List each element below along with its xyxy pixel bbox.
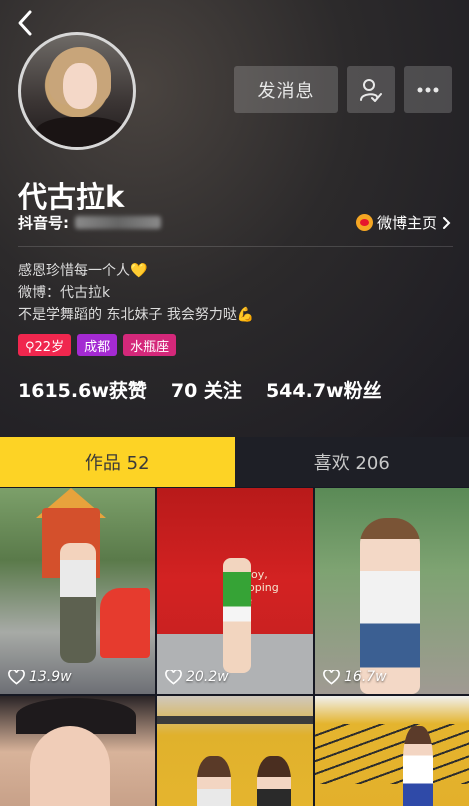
follow-button[interactable] <box>347 66 395 113</box>
video-thumbnail[interactable]: 13.9w <box>0 488 155 694</box>
heart-icon <box>8 669 25 685</box>
like-count-text: 13.9w <box>29 669 72 685</box>
thumbnail-art <box>197 756 231 806</box>
profile-tabs: 作品 52 喜欢 206 <box>0 437 469 487</box>
profile-name: 代古拉k <box>18 180 125 214</box>
like-count-text: 16.7w <box>344 669 387 685</box>
weibo-link-label: 微博主页 <box>376 214 437 232</box>
divider <box>18 246 453 247</box>
video-grid-row-2 <box>0 696 469 806</box>
following-stat[interactable]: 70 关注 <box>171 376 242 403</box>
profile-stats: 1615.6w获赞 70 关注 544.7w粉丝 <box>18 376 382 403</box>
video-thumbnail[interactable]: 16.7w <box>315 488 469 694</box>
weibo-icon <box>355 214 373 231</box>
thumbnail-art <box>315 724 469 784</box>
back-icon[interactable] <box>10 8 40 38</box>
avatar-face <box>63 63 97 109</box>
tab-likes[interactable]: 喜欢 206 <box>234 437 469 487</box>
video-thumbnail[interactable] <box>315 696 469 806</box>
thumbnail-art <box>257 756 291 806</box>
followers-stat[interactable]: 544.7w粉丝 <box>266 376 382 403</box>
likes-stat: 1615.6w获赞 <box>18 380 147 402</box>
tab-works[interactable]: 作品 52 <box>0 437 235 487</box>
douyin-id: 抖音号: <box>18 212 161 233</box>
avatar[interactable] <box>18 32 136 150</box>
thumbnail-art <box>157 716 313 724</box>
thumbnail-art <box>403 726 433 806</box>
douyin-id-value-redacted <box>75 216 161 229</box>
profile-tags: ⚲22岁 成都 水瓶座 <box>18 334 177 356</box>
thumbnail-art <box>223 558 251 673</box>
thumbnail-art <box>60 543 96 663</box>
more-options-button[interactable] <box>404 66 452 113</box>
age-tag: ⚲22岁 <box>18 334 72 356</box>
heart-icon <box>323 669 340 685</box>
thumbnail-art <box>30 726 110 806</box>
thumbnail-art <box>360 518 420 694</box>
douyin-id-label: 抖音号: <box>18 214 69 232</box>
location-tag[interactable]: 成都 <box>77 334 118 356</box>
bio-line: 感恩珍惜每一个人💛 <box>18 263 148 279</box>
weibo-homepage-link[interactable]: 微博主页 <box>355 212 453 233</box>
chevron-right-icon <box>443 216 451 229</box>
zodiac-tag: 水瓶座 <box>123 334 177 356</box>
video-like-count: 13.9w <box>8 669 72 685</box>
thumbnail-art <box>100 588 150 658</box>
video-thumbnail[interactable] <box>0 696 155 806</box>
video-like-count: 16.7w <box>323 669 387 685</box>
avatar-shirt <box>35 117 127 147</box>
more-icon <box>417 87 439 92</box>
bio-line: 不是学舞蹈的 东北妹子 我会努力哒💪 <box>18 307 255 323</box>
send-message-button[interactable]: 发消息 <box>234 66 338 113</box>
video-like-count: 20.2w <box>165 669 229 685</box>
video-thumbnail[interactable] <box>157 696 313 806</box>
like-count-text: 20.2w <box>186 669 229 685</box>
video-thumbnail[interactable]: njoy, opping re 20.2w <box>157 488 313 694</box>
heart-icon <box>165 669 182 685</box>
bio-line: 微博：代古拉k <box>18 285 111 301</box>
bio: 感恩珍惜每一个人💛 微博：代古拉k 不是学舞蹈的 东北妹子 我会努力哒💪 <box>18 260 254 326</box>
follow-user-icon <box>360 78 382 102</box>
video-grid: 13.9w njoy, opping re 20.2w 16.7w <box>0 488 469 694</box>
